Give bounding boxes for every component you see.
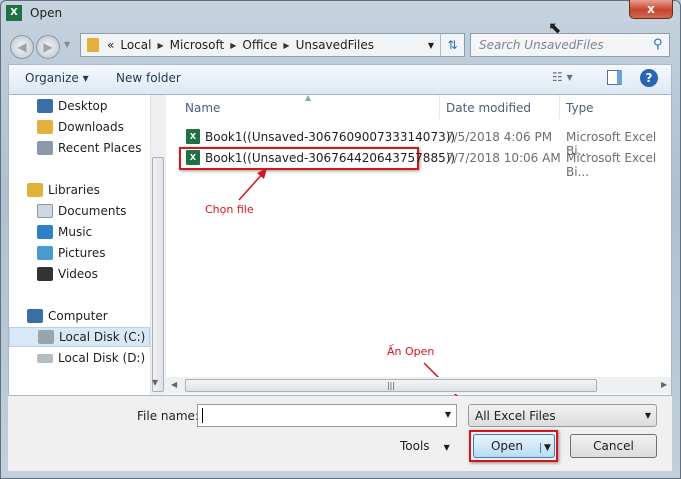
search-input[interactable]: Search UnsavedFiles (470, 33, 670, 57)
view-options-icon[interactable]: ☷ ▾ (552, 70, 573, 84)
refresh-icon[interactable]: ⇅ (440, 34, 464, 56)
window-title: Open (30, 6, 63, 20)
breadcrumb-office[interactable]: Office (242, 38, 277, 52)
breadcrumb-separator-icon[interactable]: ▶ (283, 41, 289, 50)
search-icon[interactable]: ⚲ (653, 37, 663, 52)
scroll-down-arrow[interactable]: ▼ (152, 378, 158, 387)
back-button[interactable]: ◀ (10, 35, 34, 59)
breadcrumb-local[interactable]: Local (120, 38, 151, 52)
tools-label: Tools (400, 439, 430, 453)
cancel-button[interactable]: Cancel (570, 434, 657, 458)
annotation-choose-file: Chọn file (205, 203, 254, 216)
mouse-cursor-icon: ⬉ (548, 18, 562, 37)
close-button[interactable]: x (629, 0, 673, 19)
organize-button[interactable]: Organize ▾ (25, 71, 89, 85)
breadcrumb-separator-icon[interactable]: ▶ (157, 41, 163, 50)
annotation-press-open: Ấn Open (387, 345, 435, 358)
annotation-arrows (238, 168, 460, 397)
recent-pages-dropdown[interactable]: ▼ (64, 40, 70, 49)
tools-button[interactable]: Tools ▼ (400, 439, 450, 453)
scroll-left-arrow[interactable]: ◀ (171, 380, 177, 389)
address-dropdown-icon[interactable]: ▼ (428, 41, 434, 50)
file-name-dropdown-icon[interactable]: ▼ (445, 410, 451, 419)
chevron-down-icon: ▼ (644, 411, 651, 420)
horizontal-scroll-thumb[interactable]: ||| (185, 379, 597, 392)
scroll-right-arrow[interactable]: ▶ (661, 380, 667, 389)
excel-icon: X (6, 5, 22, 21)
breadcrumb-separator-icon[interactable]: ▶ (230, 41, 236, 50)
file-name-input[interactable]: ▼ (197, 404, 457, 427)
file-type-filter-select[interactable]: All Excel Files ▼ (468, 404, 657, 427)
content-area: Desktop Downloads Recent Places Librarie… (8, 93, 672, 397)
filter-value: All Excel Files (475, 409, 556, 423)
forward-button[interactable]: ▶ (36, 35, 60, 59)
help-icon[interactable]: ? (640, 69, 658, 87)
breadcrumb-microsoft[interactable]: Microsoft (170, 38, 225, 52)
breadcrumb-unsavedfiles[interactable]: UnsavedFiles (296, 38, 374, 52)
file-name-label: File name: (137, 409, 199, 423)
breadcrumb-overflow[interactable]: « (107, 38, 114, 52)
folder-icon (87, 38, 99, 52)
new-folder-button[interactable]: New folder (116, 71, 181, 85)
open-label: Open (490, 439, 524, 453)
open-dropdown-icon[interactable]: ▼ (540, 443, 551, 453)
preview-pane-icon[interactable] (607, 70, 622, 85)
text-cursor (202, 408, 203, 423)
open-button[interactable]: Open ▼ (473, 434, 555, 458)
chevron-down-icon: ▼ (443, 443, 450, 452)
address-bar[interactable]: « Local ▶ Microsoft ▶ Office ▶ UnsavedFiles… (80, 33, 465, 57)
